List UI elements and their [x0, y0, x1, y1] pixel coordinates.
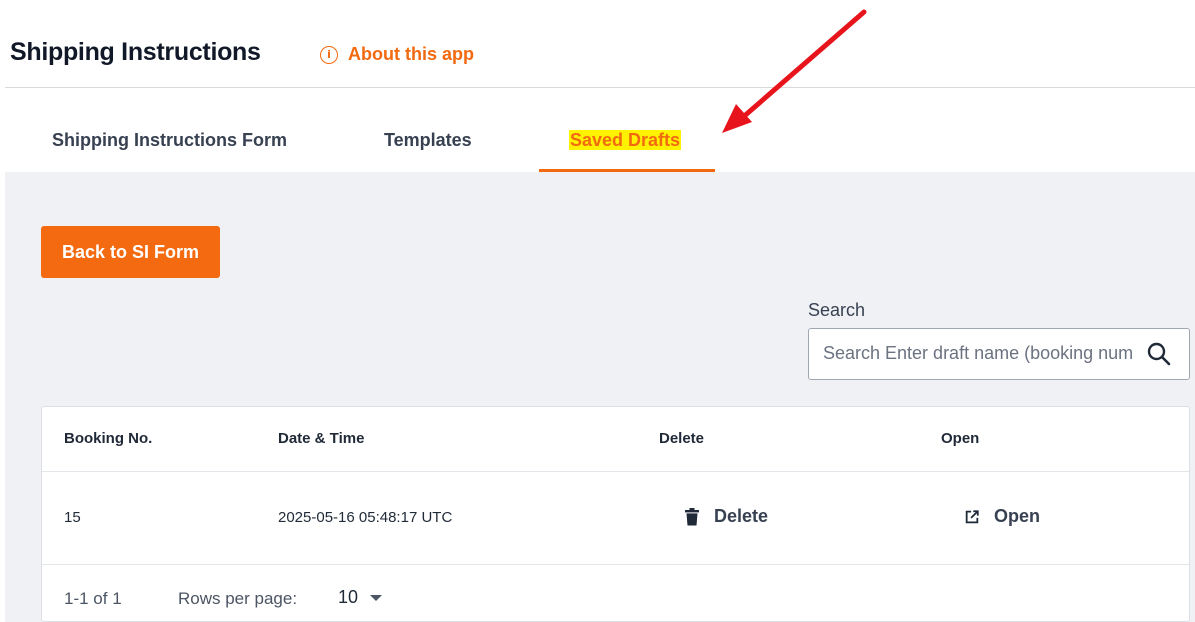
caret-down-icon	[370, 594, 383, 601]
date-time-cell: 2025-05-16 05:48:17 UTC	[278, 509, 453, 526]
tab-shipping-instructions-form[interactable]: Shipping Instructions Form	[52, 130, 287, 151]
table-pagination: 1-1 of 1 Rows per page: 10	[42, 565, 1189, 622]
tab-saved-drafts[interactable]: Saved Drafts	[569, 130, 682, 150]
search-label: Search	[808, 300, 866, 320]
booking-no-cell: 15	[64, 509, 81, 526]
tab-templates[interactable]: Templates	[384, 130, 472, 151]
open-label: Open	[994, 506, 1041, 526]
search-field	[808, 328, 1190, 380]
search-input[interactable]	[823, 329, 1133, 378]
search-icon[interactable]	[1146, 341, 1172, 367]
tab-bar: Shipping Instructions Form Templates Sav…	[0, 110, 1195, 172]
table-row: 15 2025-05-16 05:48:17 UTC Delete Open	[42, 472, 1189, 565]
delete-label: Delete	[714, 506, 769, 526]
about-app-link[interactable]: i About this app	[320, 44, 474, 65]
trash-icon	[685, 507, 699, 525]
rows-per-page-value: 10	[338, 587, 359, 607]
page-range: 1-1 of 1	[64, 589, 122, 608]
app-title: Shipping Instructions	[10, 38, 261, 66]
column-header-delete: Delete	[659, 430, 705, 447]
annotation-arrow-icon	[722, 9, 867, 133]
rows-per-page-select[interactable]: 10	[338, 587, 383, 608]
back-to-si-form-button[interactable]: Back to SI Form	[41, 226, 220, 278]
column-header-open: Open	[941, 430, 980, 447]
drafts-table: Booking No. Date & Time Delete Open 15 2…	[41, 406, 1190, 622]
app-header: Shipping Instructions i About this app	[0, 0, 1195, 88]
info-icon: i	[320, 45, 338, 64]
header-divider	[5, 87, 1195, 88]
open-in-new-icon	[965, 509, 979, 523]
column-header-date-time: Date & Time	[278, 430, 365, 447]
table-header: Booking No. Date & Time Delete Open	[42, 407, 1189, 472]
rows-per-page-label: Rows per page:	[178, 589, 298, 608]
delete-draft-button[interactable]: Delete	[684, 506, 768, 527]
column-header-booking-no: Booking No.	[64, 430, 153, 447]
about-app-label: About this app	[348, 44, 474, 64]
open-draft-button[interactable]: Open	[964, 506, 1040, 527]
